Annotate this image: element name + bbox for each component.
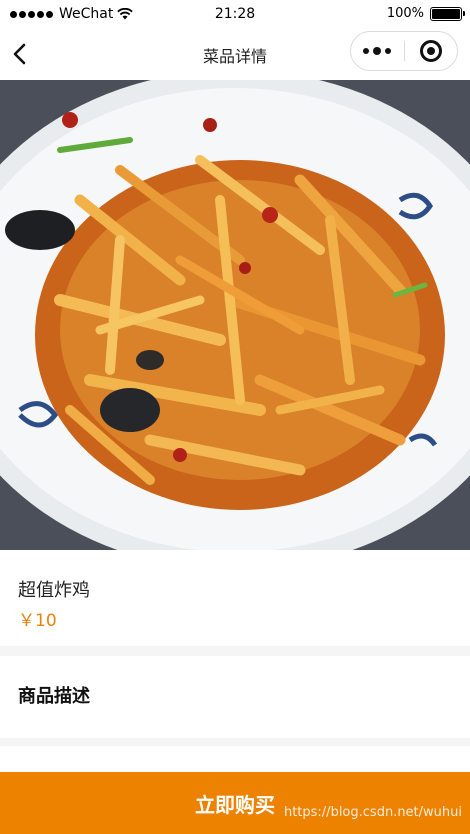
description-card: 商品描述 — [0, 656, 470, 738]
nav-bar: 菜品详情 — [0, 28, 470, 80]
battery-icon — [430, 6, 465, 21]
screen: WeChat 21:28 100% 菜品详情 超值炸鸡 ￥10 商品描述 立即购… — [0, 0, 470, 834]
food-photo — [0, 80, 470, 550]
back-arrow-icon[interactable] — [8, 40, 34, 68]
product-image — [0, 80, 470, 550]
capsule-menu — [350, 31, 458, 71]
description-title: 商品描述 — [18, 686, 90, 707]
status-right: 100% — [386, 6, 465, 21]
more-icon[interactable] — [351, 32, 404, 70]
buy-now-label: 立即购买 — [195, 792, 275, 817]
buy-now-button[interactable]: 立即购买 — [0, 772, 470, 834]
product-price: ￥10 — [18, 611, 57, 631]
product-name: 超值炸鸡 — [18, 580, 90, 601]
battery-percent: 100% — [386, 6, 424, 21]
status-bar: WeChat 21:28 100% — [0, 0, 470, 28]
close-miniprogram-icon[interactable] — [405, 32, 458, 70]
product-info-card: 超值炸鸡 ￥10 — [0, 550, 470, 646]
